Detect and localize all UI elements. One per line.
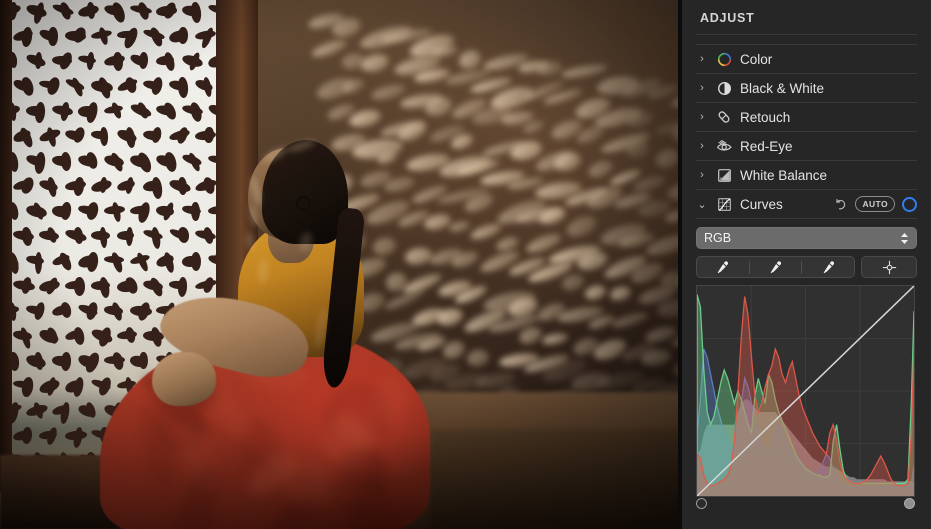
edited-photo[interactable]	[0, 0, 682, 529]
curves-histogram-graph[interactable]	[696, 285, 915, 497]
stone-plinth-shadow	[430, 430, 682, 529]
chevron-right-icon[interactable]: ›	[696, 53, 708, 65]
chevron-right-icon[interactable]: ›	[696, 82, 708, 94]
sidebar-item-curves[interactable]: ⌄ Curves AUTO	[696, 190, 917, 219]
curves-row-actions: AUTO	[832, 196, 917, 212]
panel-title: ADJUST	[700, 11, 755, 25]
curves-graph-area	[696, 285, 917, 514]
auto-curves-button[interactable]: AUTO	[855, 196, 895, 212]
sidebar-item-label: Retouch	[740, 109, 791, 125]
retouch-brush-icon	[715, 108, 733, 126]
gray-point-eyedropper-button[interactable]	[750, 257, 802, 277]
histogram-svg	[697, 286, 914, 496]
sidebar-item-black-and-white[interactable]: › Black & White	[696, 74, 917, 103]
black-point-eyedropper-button[interactable]	[697, 257, 749, 277]
white-balance-icon	[715, 166, 733, 184]
white-point-handle[interactable]	[904, 498, 915, 509]
white-point-eyedropper-button[interactable]	[802, 257, 854, 277]
curves-tool-buttons	[696, 256, 917, 278]
sidebar-item-label: White Balance	[740, 167, 828, 183]
chevron-right-icon[interactable]: ›	[696, 169, 708, 181]
sidebar-item-label: Black & White	[740, 80, 825, 96]
curves-controls: RGB	[696, 219, 917, 514]
sidebar-item-retouch[interactable]: › Retouch	[696, 103, 917, 132]
red-eye-icon	[715, 137, 733, 155]
reset-curves-button[interactable]	[832, 196, 848, 212]
channel-select[interactable]: RGB	[696, 227, 917, 249]
black-point-handle[interactable]	[696, 498, 707, 509]
color-wheel-icon	[715, 50, 733, 68]
curves-enable-toggle[interactable]	[902, 196, 917, 212]
chevron-down-icon[interactable]: ⌄	[696, 198, 708, 211]
window-frame-left	[0, 0, 12, 492]
figure-earring	[296, 196, 311, 211]
sidebar-item-red-eye[interactable]: › Red-Eye	[696, 132, 917, 161]
sidebar-item-color[interactable]: › Color	[696, 45, 917, 74]
chevron-right-icon[interactable]: ›	[696, 140, 708, 152]
sidebar-item-label: Curves	[740, 196, 783, 212]
chevron-up-down-icon	[900, 232, 909, 245]
add-point-button[interactable]	[861, 256, 917, 278]
chevron-right-icon[interactable]: ›	[696, 111, 708, 123]
sidebar-item-white-balance[interactable]: › White Balance	[696, 161, 917, 190]
contrast-icon	[715, 79, 733, 97]
sidebar-item-label: Red-Eye	[740, 138, 793, 154]
photos-editor-window: ADJUST › Color › Black & White › Retouch…	[0, 0, 931, 529]
figure-hand	[152, 352, 216, 406]
photo-viewer[interactable]	[0, 0, 682, 529]
adjust-panel: ADJUST › Color › Black & White › Retouch…	[682, 0, 931, 529]
eyedropper-group	[696, 256, 855, 278]
channel-select-value: RGB	[704, 231, 732, 245]
sidebar-item-label: Color	[740, 51, 773, 67]
curve-endpoint-handles	[696, 498, 915, 514]
curves-icon	[715, 195, 733, 213]
